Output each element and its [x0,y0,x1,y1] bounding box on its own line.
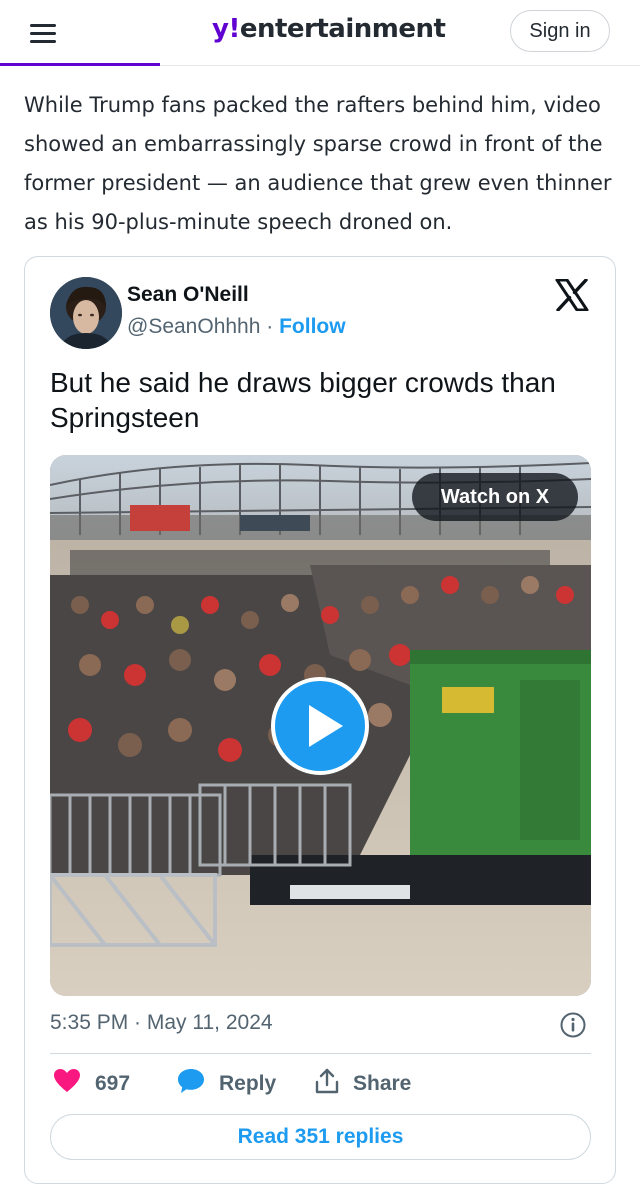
heart-icon [53,1068,81,1100]
watch-on-x-button[interactable]: Watch on X [412,473,578,521]
reply-button[interactable]: Reply [177,1069,276,1099]
share-button[interactable]: Share [315,1068,412,1100]
like-button[interactable]: 697 [53,1069,130,1099]
reading-progress-bar [0,63,160,66]
follow-link[interactable]: Follow [279,315,346,338]
logo-prefix: y! [212,14,240,44]
share-label: Share [353,1072,412,1095]
x-logo-icon[interactable] [555,278,589,312]
speech-bubble-icon [177,1068,205,1100]
author-name[interactable]: Sean O'Neill [127,283,249,307]
author-avatar[interactable] [50,277,122,349]
read-replies-button[interactable]: Read 351 replies [50,1114,591,1160]
info-icon[interactable] [559,1011,587,1039]
author-handle-line: @SeanOhhhh · Follow [127,315,346,339]
logo-name: entertainment [239,14,446,44]
share-icon [315,1068,339,1100]
tweet-timestamp[interactable]: 5:35 PM · May 11, 2024 [50,1011,273,1035]
hamburger-menu-icon[interactable] [30,20,60,46]
tweet-divider [50,1053,591,1054]
like-count: 697 [95,1072,131,1095]
top-header: y!entertainment Sign in [0,0,640,66]
site-logo[interactable]: y!entertainment [212,14,446,44]
author-handle[interactable]: @SeanOhhhh [127,315,260,338]
play-icon[interactable] [271,677,369,775]
embedded-tweet-card[interactable]: Sean O'Neill @SeanOhhhh · Follow But he … [24,256,616,1184]
article-paragraph: While Trump fans packed the rafters behi… [24,93,612,234]
video-thumbnail[interactable]: Watch on X [50,455,591,996]
sign-in-button[interactable]: Sign in [510,10,610,52]
handle-separator: · [260,315,280,338]
reply-label: Reply [219,1072,277,1095]
tweet-text: But he said he draws bigger crowds than … [50,367,556,433]
